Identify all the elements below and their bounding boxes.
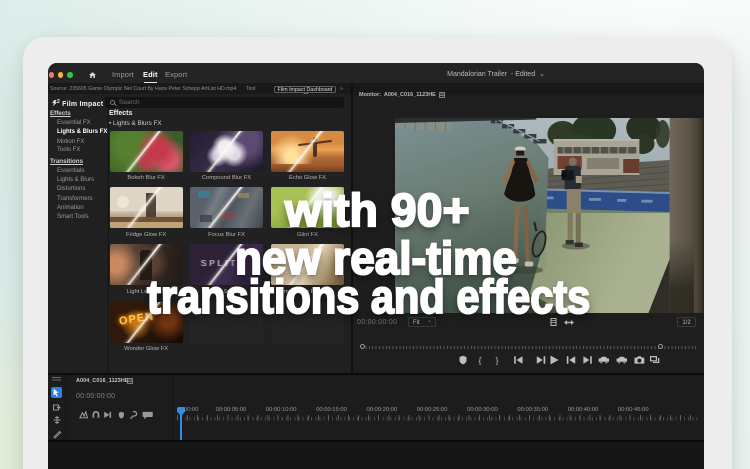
svg-text:}: }: [495, 355, 498, 365]
svg-text:{: {: [478, 355, 481, 365]
